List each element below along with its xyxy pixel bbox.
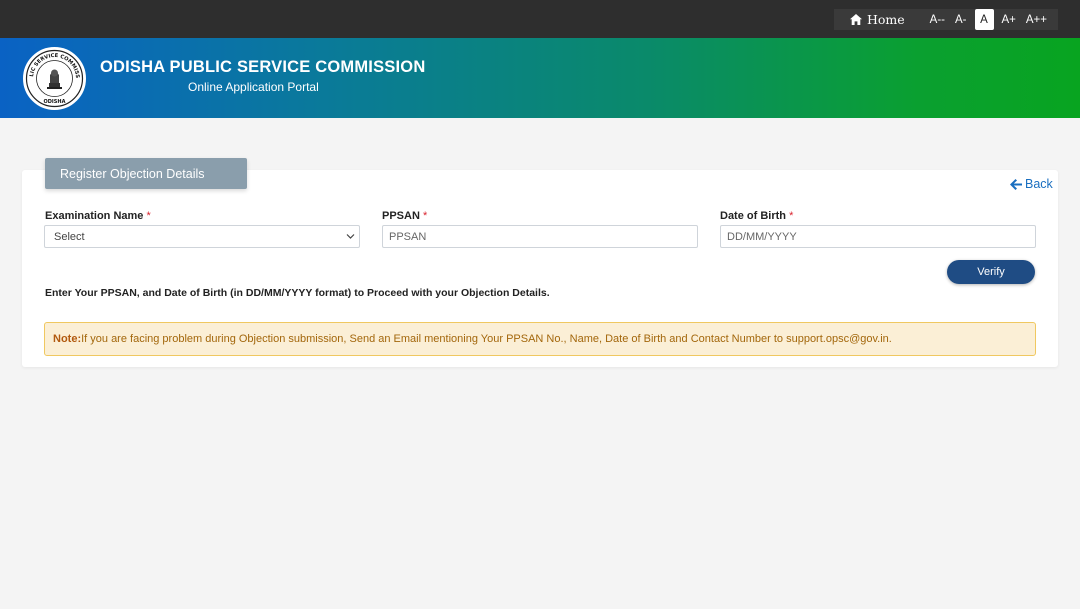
home-icon: [849, 14, 862, 25]
top-bar-controls: Home A-- A- A A+ A++: [833, 9, 1058, 30]
back-label: Back: [1025, 177, 1053, 191]
dob-input[interactable]: DD/MM/YYYY: [720, 225, 1036, 248]
note-label: Note:: [53, 333, 82, 345]
font-size-normal[interactable]: A: [974, 9, 994, 30]
exam-name-label: Examination Name *: [45, 210, 151, 222]
home-link[interactable]: Home: [834, 9, 925, 30]
top-bar: Home A-- A- A A+ A++: [0, 0, 1080, 38]
dob-label-text: Date of Birth: [720, 210, 786, 222]
font-size-increase-2[interactable]: A++: [1021, 9, 1052, 30]
note-text: If you are facing problem during Objecti…: [81, 333, 892, 345]
ppsan-input[interactable]: PPSAN: [382, 225, 698, 248]
site-title: ODISHA PUBLIC SERVICE COMMISSION: [100, 58, 426, 76]
ppsan-placeholder: PPSAN: [389, 230, 427, 243]
site-header: PUBLIC SERVICE COMMISSION ODISHA ODISHA …: [0, 38, 1080, 118]
arrow-left-icon: [1010, 178, 1022, 190]
verify-button[interactable]: Verify: [947, 260, 1035, 284]
note-alert: Note: If you are facing problem during Ob…: [44, 322, 1036, 356]
dob-required-mark: *: [789, 210, 794, 222]
exam-name-selected-value: Select: [54, 230, 85, 243]
opsc-logo: PUBLIC SERVICE COMMISSION ODISHA: [23, 47, 86, 110]
dob-placeholder: DD/MM/YYYY: [727, 230, 797, 243]
site-subtitle: Online Application Portal: [188, 80, 319, 94]
back-link[interactable]: Back: [1010, 177, 1053, 191]
logo-bottom-text: ODISHA: [44, 99, 66, 105]
instruction-text: Enter Your PPSAN, and Date of Birth (in …: [45, 287, 550, 299]
form-title-tab: Register Objection Details: [45, 158, 247, 189]
ppsan-label: PPSAN *: [382, 210, 427, 222]
font-size-decrease-1[interactable]: A-: [950, 9, 972, 30]
dob-label: Date of Birth *: [720, 210, 793, 222]
ppsan-label-text: PPSAN: [382, 210, 420, 222]
emblem-icon: PUBLIC SERVICE COMMISSION ODISHA: [25, 49, 84, 108]
exam-name-label-text: Examination Name: [45, 210, 144, 222]
font-size-increase-1[interactable]: A+: [997, 9, 1021, 30]
ppsan-required-mark: *: [422, 210, 428, 222]
exam-name-required-mark: *: [146, 210, 151, 222]
exam-name-select[interactable]: Select: [44, 225, 360, 248]
home-label: Home: [866, 12, 905, 27]
chevron-down-icon: [346, 234, 355, 239]
font-size-decrease-2[interactable]: A--: [925, 9, 950, 30]
